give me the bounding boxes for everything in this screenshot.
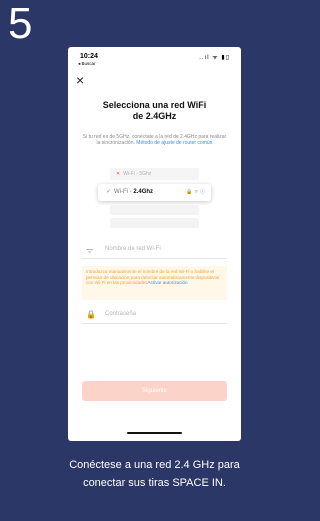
title-line-2: de 2.4GHz xyxy=(132,111,177,121)
password-placeholder: Contraseña xyxy=(105,311,137,317)
home-indicator xyxy=(127,432,182,434)
subtitle: Si tu red es de 5GHz, conéctate a la red… xyxy=(82,134,227,147)
wifi-24-band: 2.4Ghz xyxy=(133,189,154,195)
placeholder-row xyxy=(110,218,199,228)
wifi-5g-prefix: Wi-Fi - xyxy=(123,171,140,177)
close-icon[interactable]: × xyxy=(76,73,84,87)
wifi-5g-band: 5Ghz xyxy=(139,171,152,177)
network-name-placeholder: Nombre de red Wi-Fi xyxy=(105,246,161,252)
step-number: 5 xyxy=(8,0,33,48)
password-field[interactable]: 🔒 Contraseña xyxy=(82,309,227,324)
caption-line-2: conectar sus tiras SPACE IN. xyxy=(83,477,226,489)
caption-line-1: Conéctese a una red 2.4 GHz para xyxy=(69,459,240,471)
cross-icon: ✕ xyxy=(116,171,121,177)
wifi-24-prefix: Wi-Fi - xyxy=(114,189,134,195)
wifi-row-icons: 🔒 ᯤ ⓘ xyxy=(186,184,205,201)
caption: Conéctese a una red 2.4 GHz para conecta… xyxy=(20,456,289,492)
wifi-icon: ᯤ xyxy=(86,246,94,255)
info-icon: ⓘ xyxy=(199,189,205,195)
lock-icon: 🔒 xyxy=(186,189,193,195)
wifi-illustration: ✕ Wi-Fi - 5Ghz ✓ Wi-Fi - 2.4Ghz 🔒 ᯤ ⓘ xyxy=(98,168,211,233)
wifi-5g-row: ✕ Wi-Fi - 5Ghz xyxy=(110,168,199,180)
router-guide-link[interactable]: Método de ajuste de router común xyxy=(136,140,212,146)
check-icon: ✓ xyxy=(106,189,112,195)
wifi-signal-icon: ᯤ xyxy=(194,189,199,195)
next-button[interactable]: Siguiente xyxy=(82,381,227,401)
wifi-24-row: ✓ Wi-Fi - 2.4Ghz 🔒 ᯤ ⓘ xyxy=(98,184,211,201)
network-name-field[interactable]: ᯤ Nombre de red Wi-Fi xyxy=(82,244,227,259)
page-title: Selecciona una red WiFi de 2.4GHz xyxy=(68,100,241,122)
lock-icon: 🔒 xyxy=(86,310,96,319)
location-warning: Introduzca manualmente el nombre de la r… xyxy=(82,266,227,300)
back-to-search-link[interactable]: ◂ Buscar xyxy=(78,61,96,67)
phone-screenshot: 10:24 ◂ Buscar ..ıl ᯤ ▮▯ × Selecciona un… xyxy=(68,47,241,441)
status-icons: ..ıl ᯤ ▮▯ xyxy=(199,55,230,61)
status-time: 10:24 xyxy=(80,53,98,60)
placeholder-row xyxy=(110,205,199,215)
title-line-1: Selecciona una red WiFi xyxy=(102,100,207,110)
enable-permission-link[interactable]: Activar autorización xyxy=(148,280,188,285)
